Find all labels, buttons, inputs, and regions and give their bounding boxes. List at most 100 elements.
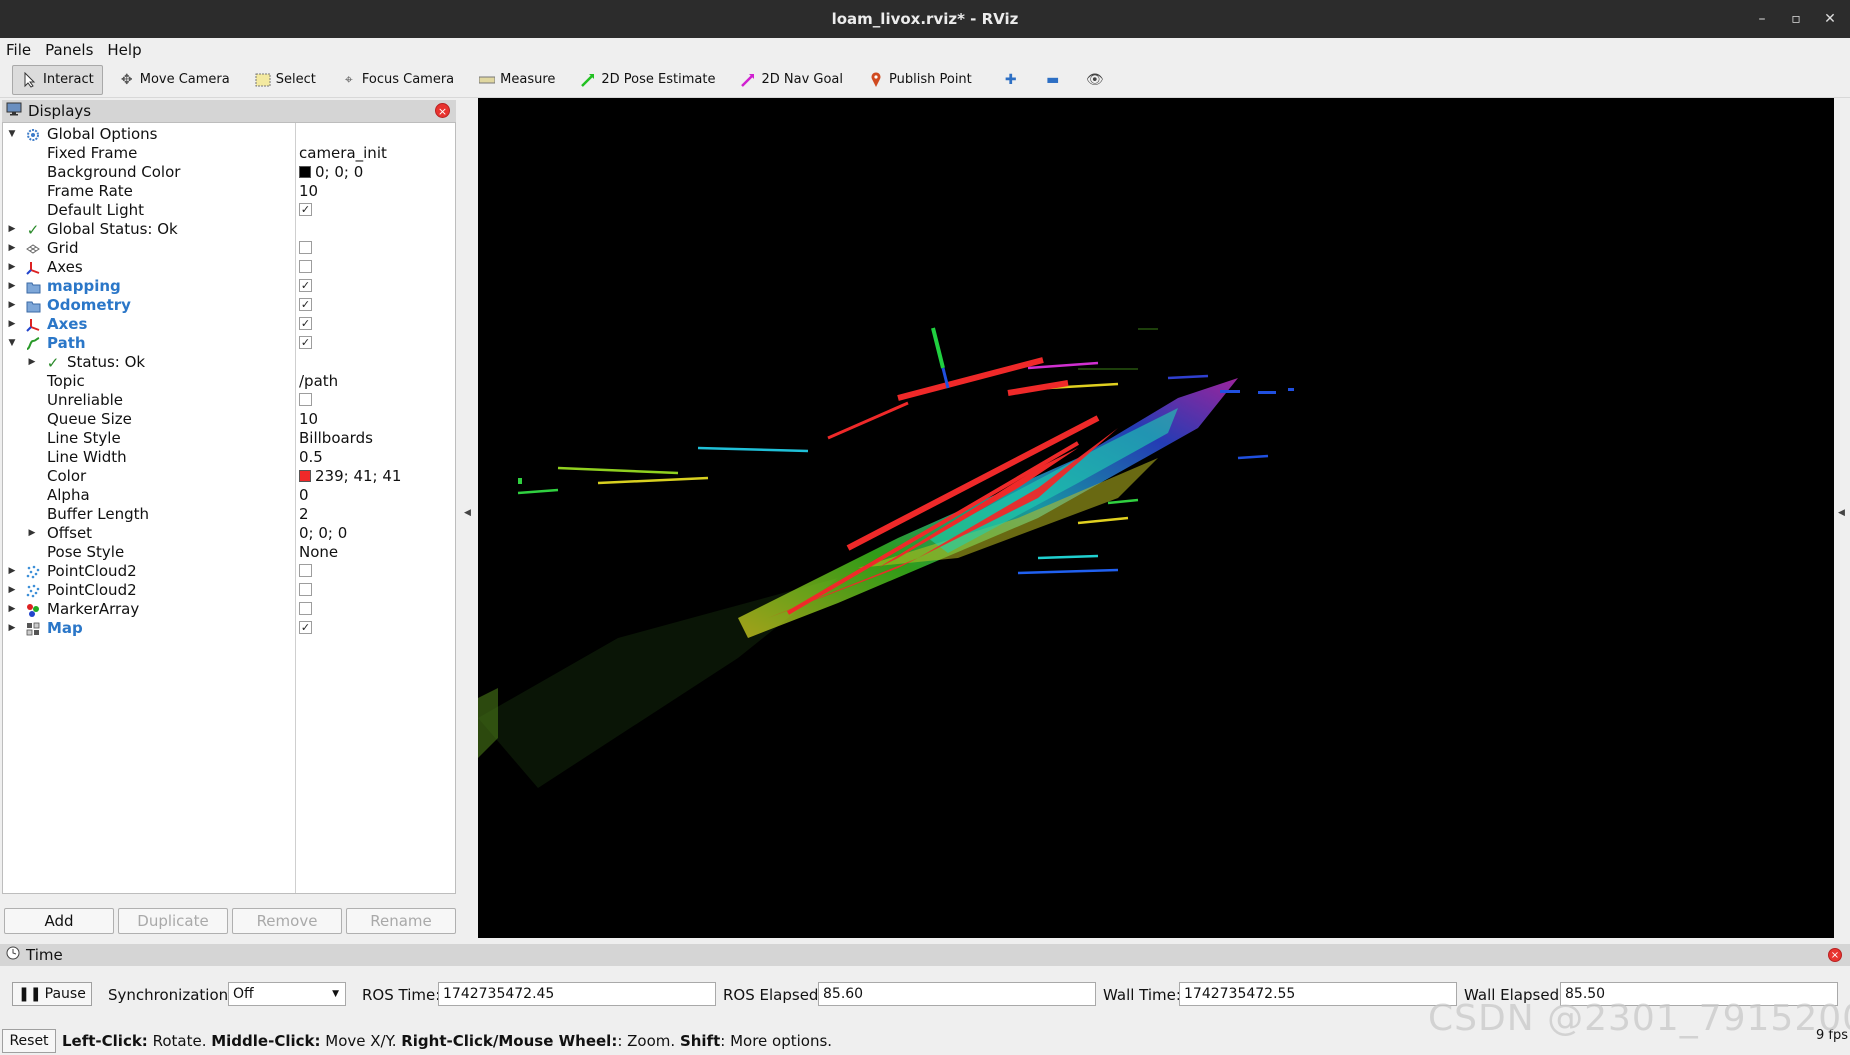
- add-tool-button[interactable]: ✚: [995, 65, 1031, 95]
- tree-row-frame-rate[interactable]: Frame Rate 10: [3, 182, 455, 201]
- expand-arrow-icon[interactable]: ▼: [7, 125, 17, 144]
- nav-goal-tool-button[interactable]: 2D Nav Goal: [730, 65, 852, 95]
- tree-row-path-status[interactable]: ▶ ✓ Status: Ok: [3, 353, 455, 372]
- expand-arrow-icon[interactable]: ▶: [7, 619, 17, 638]
- remove-button[interactable]: Remove: [232, 908, 342, 934]
- expand-arrow-icon[interactable]: ▶: [7, 239, 17, 258]
- tree-row-map[interactable]: ▶ Map ✓: [3, 619, 455, 638]
- view-tool-button[interactable]: 👁: [1079, 65, 1115, 95]
- tree-row-line-width[interactable]: Line Width 0.5: [3, 448, 455, 467]
- tree-row-topic[interactable]: Topic /path: [3, 372, 455, 391]
- tree-row-path[interactable]: ▼ Path ✓: [3, 334, 455, 353]
- checkbox-unchecked[interactable]: [299, 393, 312, 406]
- expand-arrow-icon[interactable]: ▶: [7, 581, 17, 600]
- row-value[interactable]: camera_init: [299, 144, 387, 163]
- checkbox-checked[interactable]: ✓: [299, 279, 312, 292]
- row-value[interactable]: 2: [299, 505, 309, 524]
- expand-arrow-icon[interactable]: ▶: [7, 315, 17, 334]
- select-tool-button[interactable]: Select: [245, 65, 325, 95]
- checkbox-unchecked[interactable]: [299, 260, 312, 273]
- row-value[interactable]: 0; 0; 0: [299, 163, 363, 182]
- sync-select[interactable]: Off ▼: [228, 982, 346, 1006]
- move-camera-tool-button[interactable]: ✥ Move Camera: [109, 65, 239, 95]
- tree-row-axes-2[interactable]: ▶ Axes ✓: [3, 315, 455, 334]
- ros-elapsed-field[interactable]: 85.60: [818, 982, 1096, 1006]
- checkbox-unchecked[interactable]: [299, 583, 312, 596]
- wall-time-field[interactable]: 1742735472.55: [1179, 982, 1457, 1006]
- tree-row-pose-style[interactable]: Pose Style None: [3, 543, 455, 562]
- menu-help[interactable]: Help: [107, 41, 141, 59]
- checkbox-checked[interactable]: ✓: [299, 317, 312, 330]
- tree-row-global-options[interactable]: ▼ Global Options: [3, 125, 455, 144]
- collapse-left-icon[interactable]: ◀: [464, 508, 471, 518]
- checkbox-checked[interactable]: ✓: [299, 203, 312, 216]
- expand-arrow-icon[interactable]: ▶: [7, 277, 17, 296]
- row-value[interactable]: 0.5: [299, 448, 323, 467]
- expand-arrow-icon[interactable]: ▶: [7, 220, 17, 239]
- reset-button[interactable]: Reset: [2, 1029, 56, 1053]
- duplicate-button[interactable]: Duplicate: [118, 908, 228, 934]
- row-value[interactable]: Billboards: [299, 429, 373, 448]
- tree-row-fixed-frame[interactable]: Fixed Frame camera_init: [3, 144, 455, 163]
- tree-row-alpha[interactable]: Alpha 0: [3, 486, 455, 505]
- tree-row-odometry[interactable]: ▶ Odometry ✓: [3, 296, 455, 315]
- checkbox-unchecked[interactable]: [299, 241, 312, 254]
- row-value[interactable]: /path: [299, 372, 338, 391]
- render-viewport[interactable]: [478, 98, 1834, 938]
- minimize-button[interactable]: –: [1746, 0, 1778, 38]
- collapse-right-icon[interactable]: ◀: [1838, 508, 1845, 518]
- tree-row-default-light[interactable]: Default Light ✓: [3, 201, 455, 220]
- tree-row-unreliable[interactable]: Unreliable: [3, 391, 455, 410]
- expand-arrow-icon[interactable]: ▶: [7, 296, 17, 315]
- tree-row-global-status[interactable]: ▶ ✓ Global Status: Ok: [3, 220, 455, 239]
- checkbox-checked[interactable]: ✓: [299, 621, 312, 634]
- close-panel-icon[interactable]: ×: [435, 103, 450, 118]
- row-value[interactable]: 0: [299, 486, 309, 505]
- tree-row-markerarray[interactable]: ▶ MarkerArray: [3, 600, 455, 619]
- expand-arrow-icon[interactable]: ▶: [27, 353, 37, 372]
- row-value[interactable]: 0; 0; 0: [299, 524, 347, 543]
- tree-row-pointcloud2[interactable]: ▶ PointCloud2: [3, 562, 455, 581]
- pose-estimate-tool-button[interactable]: 2D Pose Estimate: [570, 65, 724, 95]
- interact-tool-button[interactable]: Interact: [12, 64, 103, 95]
- tree-row-axes[interactable]: ▶ Axes: [3, 258, 455, 277]
- left-splitter[interactable]: ◀: [458, 98, 478, 938]
- checkbox-checked[interactable]: ✓: [299, 298, 312, 311]
- expand-arrow-icon[interactable]: ▶: [7, 258, 17, 277]
- row-value[interactable]: 10: [299, 182, 318, 201]
- row-value[interactable]: 239; 41; 41: [299, 467, 401, 486]
- close-window-button[interactable]: ✕: [1814, 0, 1846, 38]
- publish-point-tool-button[interactable]: Publish Point: [858, 65, 981, 95]
- tree-row-grid[interactable]: ▶ Grid: [3, 239, 455, 258]
- focus-camera-tool-button[interactable]: ⌖ Focus Camera: [331, 65, 463, 95]
- restore-button[interactable]: ▫: [1780, 0, 1812, 38]
- expand-arrow-icon[interactable]: ▶: [7, 562, 17, 581]
- remove-tool-button[interactable]: ▬: [1037, 65, 1073, 95]
- tree-row-queue-size[interactable]: Queue Size 10: [3, 410, 455, 429]
- menu-panels[interactable]: Panels: [45, 41, 93, 59]
- row-value[interactable]: None: [299, 543, 338, 562]
- rename-button[interactable]: Rename: [346, 908, 456, 934]
- right-splitter[interactable]: ◀: [1834, 98, 1850, 938]
- expand-arrow-icon[interactable]: ▶: [7, 600, 17, 619]
- tree-row-mapping[interactable]: ▶ mapping ✓: [3, 277, 455, 296]
- checkbox-checked[interactable]: ✓: [299, 336, 312, 349]
- close-panel-icon[interactable]: ×: [1828, 948, 1842, 962]
- tree-row-offset[interactable]: ▶ Offset 0; 0; 0: [3, 524, 455, 543]
- pause-button[interactable]: ❚❚ Pause: [12, 982, 92, 1006]
- tree-row-color[interactable]: Color 239; 41; 41: [3, 467, 455, 486]
- displays-tree[interactable]: ▼ Global Options Fixed Frame camera_init…: [2, 122, 456, 894]
- tree-row-buffer-length[interactable]: Buffer Length 2: [3, 505, 455, 524]
- add-button[interactable]: Add: [4, 908, 114, 934]
- collapse-arrow-icon[interactable]: ▼: [7, 334, 17, 353]
- row-value[interactable]: 10: [299, 410, 318, 429]
- expand-arrow-icon[interactable]: ▶: [27, 524, 37, 543]
- tree-row-background-color[interactable]: Background Color 0; 0; 0: [3, 163, 455, 182]
- checkbox-unchecked[interactable]: [299, 602, 312, 615]
- checkbox-unchecked[interactable]: [299, 564, 312, 577]
- menu-file[interactable]: File: [6, 41, 31, 59]
- ros-time-field[interactable]: 1742735472.45: [438, 982, 716, 1006]
- tree-row-pointcloud2-2[interactable]: ▶ PointCloud2: [3, 581, 455, 600]
- tree-row-line-style[interactable]: Line Style Billboards: [3, 429, 455, 448]
- measure-tool-button[interactable]: Measure: [469, 65, 564, 95]
